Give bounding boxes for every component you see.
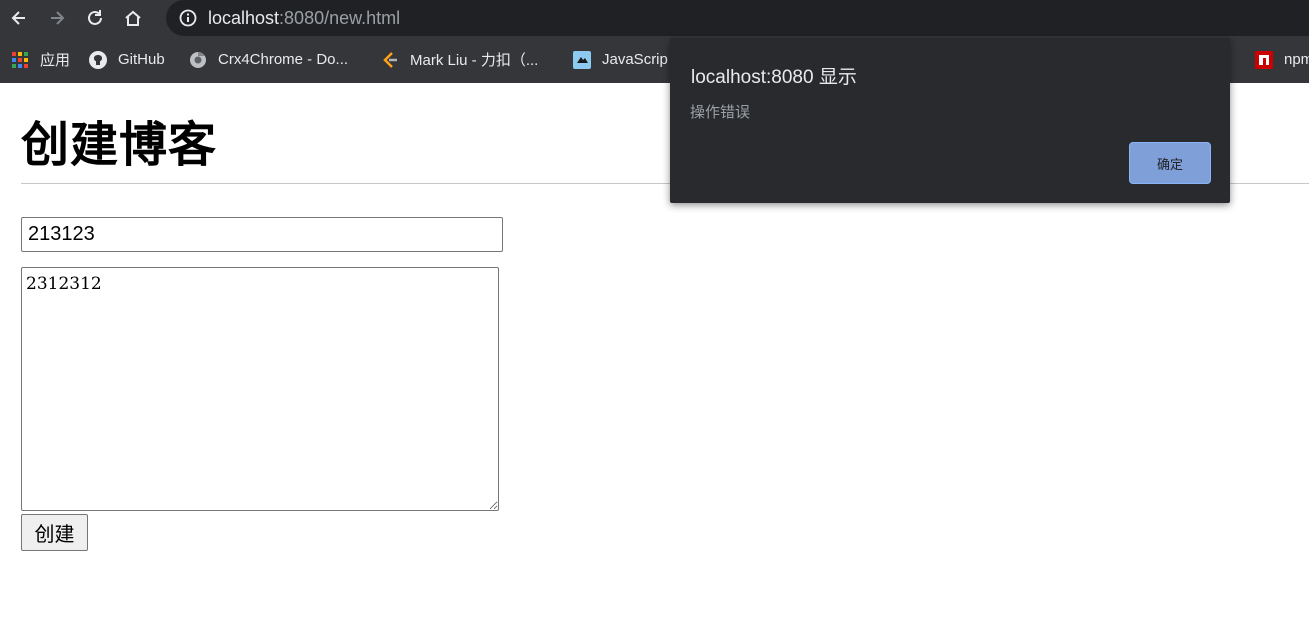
info-icon[interactable]: [178, 8, 198, 28]
bookmark-leetcode[interactable]: Mark Liu - 力扣（...: [372, 44, 546, 76]
apps-grid-icon: [12, 51, 28, 68]
dialog-title: localhost:8080 显示: [691, 67, 857, 88]
leetcode-icon: [383, 51, 397, 68]
page-title: 创建博客: [21, 117, 218, 173]
arrow-right-icon: [51, 11, 65, 25]
bookmark-apps[interactable]: 应用: [2, 44, 78, 76]
dialog-message: 操作错误: [690, 103, 751, 121]
browser-toolbar: localhost:8080/new.html: [0, 0, 1309, 36]
forward-button[interactable]: [38, 0, 76, 36]
bookmark-javascript[interactable]: JavaScrip: [564, 44, 676, 76]
blog-content-textarea[interactable]: 2312312: [21, 267, 499, 511]
bookmark-label: 应用: [40, 52, 71, 69]
alert-dialog: localhost:8080 显示 操作错误 确定: [670, 38, 1230, 203]
dialog-ok-button[interactable]: 确定: [1129, 142, 1211, 184]
crx4chrome-icon: [190, 51, 206, 68]
bookmark-label: Mark Liu - 力扣（...: [410, 52, 539, 69]
reload-button[interactable]: [76, 0, 114, 36]
bookmark-label: JavaScrip: [602, 51, 668, 68]
bookmark-crx4chrome[interactable]: Crx4Chrome - Do...: [180, 44, 356, 76]
home-button[interactable]: [114, 0, 152, 36]
url-path: :8080/new.html: [279, 7, 401, 28]
bookmark-label: Crx4Chrome - Do...: [218, 51, 349, 68]
bookmark-label: GitHub: [118, 51, 165, 68]
blog-title-input[interactable]: [21, 217, 503, 252]
home-icon: [125, 10, 141, 26]
url-host: localhost: [208, 7, 280, 28]
javascript-bookmark-icon: [573, 50, 591, 69]
arrow-left-icon: [11, 11, 25, 25]
github-icon: [89, 50, 107, 69]
bookmark-npm[interactable]: npm: [1246, 44, 1309, 76]
create-button[interactable]: 创建: [21, 514, 88, 551]
back-button[interactable]: [0, 0, 38, 36]
bookmark-github[interactable]: GitHub: [80, 44, 173, 76]
reload-icon: [88, 10, 102, 25]
bookmark-label: npm: [1284, 51, 1309, 68]
npm-icon: [1255, 50, 1273, 69]
address-bar[interactable]: localhost:8080/new.html: [166, 0, 1309, 36]
url-text[interactable]: localhost:8080/new.html: [208, 8, 400, 29]
